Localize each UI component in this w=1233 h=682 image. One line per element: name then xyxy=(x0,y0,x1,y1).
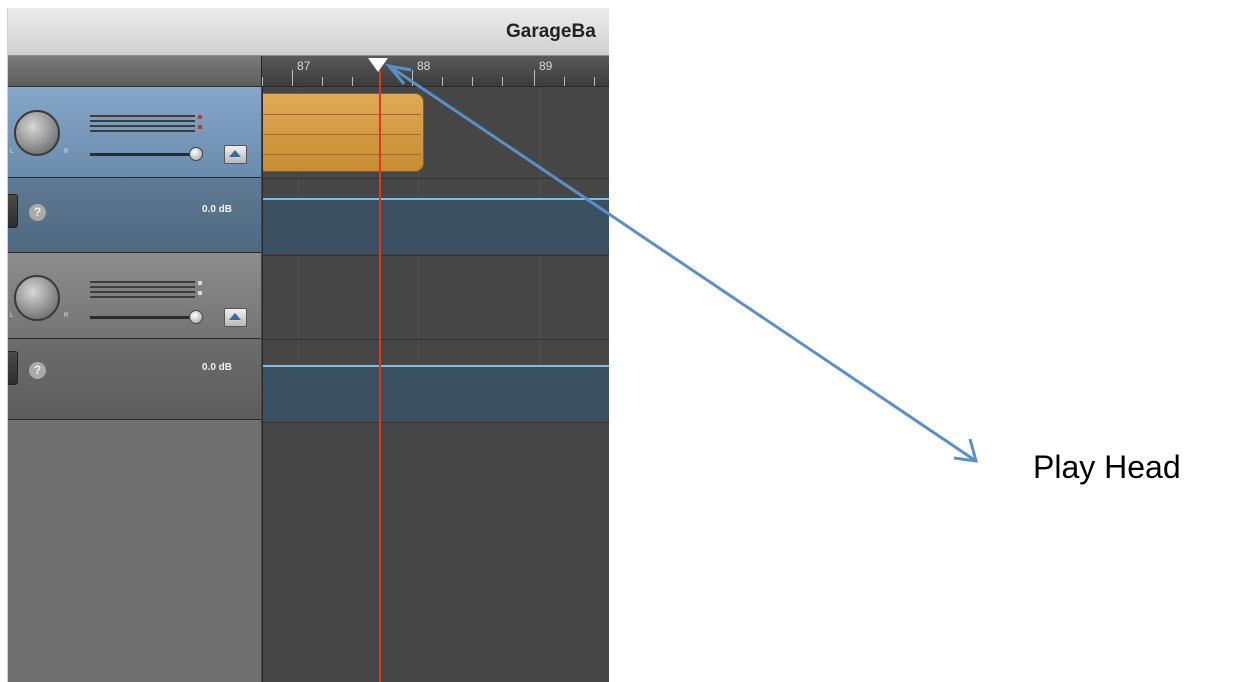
arrow-shaft xyxy=(388,64,977,463)
play-head-annotation: Play Head xyxy=(1033,449,1181,485)
annotation-arrow xyxy=(385,63,979,463)
arrow-icon xyxy=(385,63,979,463)
